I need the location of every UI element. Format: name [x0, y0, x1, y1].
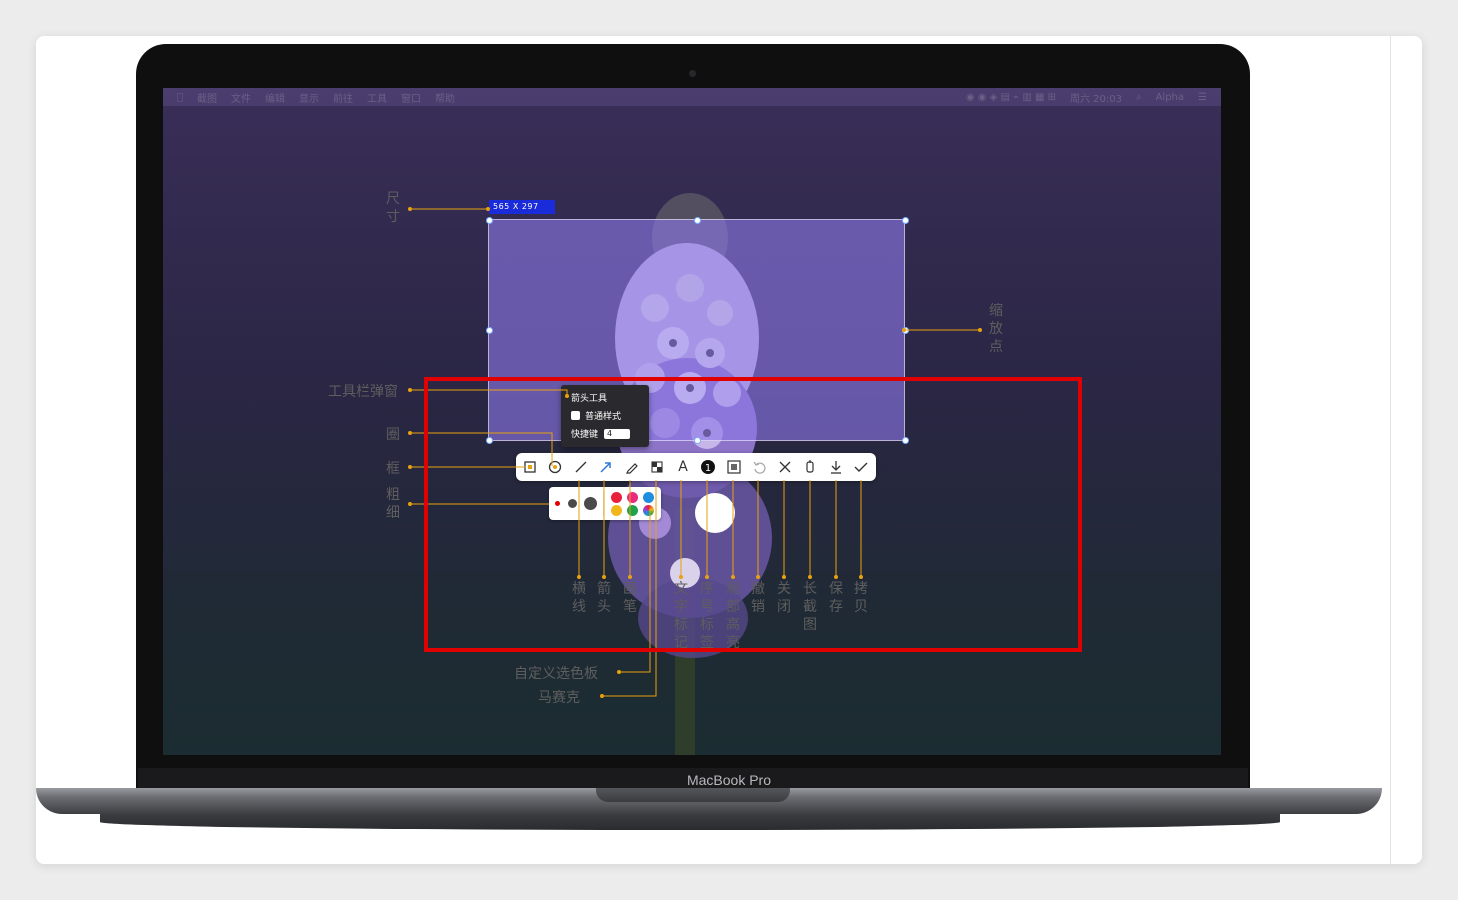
label-thickness: 粗细	[386, 487, 400, 521]
resize-handle-left[interactable]	[486, 327, 493, 334]
menu-item-file[interactable]: 文件	[231, 90, 251, 105]
label-highlight: 局部高亮	[726, 581, 740, 651]
label-arrow: 箭头	[597, 581, 611, 615]
camera	[689, 70, 696, 77]
apple-icon[interactable]: 	[177, 92, 183, 103]
label-circle: 圈	[386, 427, 400, 443]
resize-handle-top-left[interactable]	[486, 217, 493, 224]
resize-handle-top[interactable]	[694, 217, 701, 224]
label-long-screenshot: 长截图	[803, 581, 817, 633]
figure-card:  截图 文件 编辑 显示 前往 工具 窗口 帮助 ◉ ◉ ◈ ▤ ⌁ ▥ ▦ …	[36, 36, 1422, 864]
status-icons[interactable]: ◉ ◉ ◈ ▤ ⌁ ▥ ▦ ⊞	[966, 92, 1056, 103]
list-icon[interactable]: ☰	[1198, 92, 1207, 103]
menu-item-edit[interactable]: 编辑	[265, 90, 285, 105]
menu-clock[interactable]: 周六 20:03	[1070, 90, 1122, 105]
resize-handle-right[interactable]	[902, 327, 909, 334]
label-size: 尺寸	[386, 191, 400, 225]
label-save: 保存	[829, 581, 843, 615]
menu-item-go[interactable]: 前往	[333, 90, 353, 105]
menu-bar:  截图 文件 编辑 显示 前往 工具 窗口 帮助 ◉ ◉ ◈ ▤ ⌁ ▥ ▦ …	[163, 88, 1221, 106]
user-name[interactable]: Alpha	[1156, 92, 1184, 103]
menu-item-window[interactable]: 窗口	[401, 90, 421, 105]
search-icon[interactable]: ⌕	[1136, 92, 1142, 103]
label-custom-palette: 自定义选色板	[514, 666, 598, 682]
label-frame: 框	[386, 461, 400, 477]
laptop-base-edge	[100, 814, 1280, 830]
label-number: 序号标签	[700, 581, 714, 651]
label-close: 关闭	[777, 581, 791, 615]
menu-item-tools[interactable]: 工具	[367, 90, 387, 105]
menu-item-screenshot[interactable]: 截图	[197, 90, 217, 105]
laptop-brand: MacBook Pro	[686, 772, 772, 788]
card-divider	[1390, 36, 1391, 864]
label-zoom-point: 缩放点	[989, 303, 1003, 355]
size-badge: 565 X 297	[489, 200, 555, 214]
label-pen: 画笔	[623, 581, 637, 615]
resize-handle-top-right[interactable]	[902, 217, 909, 224]
label-line: 横线	[572, 581, 586, 615]
label-text: 文字标记	[674, 581, 688, 651]
label-mosaic: 马赛克	[538, 690, 580, 706]
laptop-opening-notch	[596, 788, 790, 802]
menu-item-view[interactable]: 显示	[299, 90, 319, 105]
label-copy: 拷贝	[854, 581, 868, 615]
label-toolbar-popup: 工具栏弹窗	[328, 384, 398, 400]
menu-item-help[interactable]: 帮助	[435, 90, 455, 105]
menu-bar-status: ◉ ◉ ◈ ▤ ⌁ ▥ ▦ ⊞ 周六 20:03 ⌕ Alpha ☰	[966, 88, 1207, 106]
label-undo: 撤销	[751, 581, 765, 615]
